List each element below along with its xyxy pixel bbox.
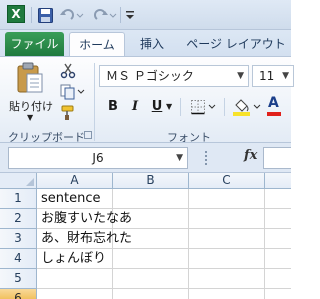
- paste-label: 貼り付け: [9, 100, 53, 113]
- name-box-value: J6: [92, 151, 104, 165]
- grid-line: [188, 189, 189, 299]
- font-name-select[interactable]: ＭＳ Ｐゴシック ▼: [99, 65, 249, 87]
- chevron-down-icon: ▼: [27, 113, 34, 122]
- row-header-4[interactable]: 4: [0, 249, 37, 269]
- font-size-value: 11: [259, 69, 275, 83]
- cut-button[interactable]: [60, 63, 78, 79]
- ribbon-tab-row: ファイル ホーム 挿入 ページ レイアウト: [0, 30, 291, 56]
- worksheet-grid[interactable]: A B C 1 2 3 4 5 6 sentence お腹すいたなあ あ、財布忘…: [0, 173, 291, 299]
- column-header-a[interactable]: A: [37, 173, 113, 189]
- font-name-value: ＭＳ Ｐゴシック: [106, 69, 194, 83]
- borders-button[interactable]: [190, 99, 218, 115]
- format-painter-button[interactable]: [60, 105, 78, 121]
- quick-access-toolbar: X: [0, 0, 291, 30]
- row-header-1[interactable]: 1: [0, 189, 37, 209]
- clipboard-launcher-icon[interactable]: [84, 131, 92, 139]
- row-header-5[interactable]: 5: [0, 269, 37, 289]
- paint-bucket-icon: [232, 99, 262, 120]
- select-all-corner[interactable]: [0, 173, 37, 189]
- cell-a2[interactable]: お腹すいたなあ: [41, 209, 132, 229]
- column-header-c[interactable]: C: [189, 173, 265, 189]
- underline-dropdown[interactable]: ▼: [166, 102, 172, 111]
- fx-button[interactable]: fx: [244, 148, 257, 163]
- cell-a1[interactable]: sentence: [41, 189, 101, 209]
- borders-icon: [190, 100, 218, 118]
- font-color-icon: A: [268, 95, 279, 111]
- qat-divider: [120, 7, 121, 23]
- font-divider: [224, 98, 225, 116]
- tab-file[interactable]: ファイル: [5, 32, 64, 56]
- row-header-3[interactable]: 3: [0, 229, 37, 249]
- chevron-down-icon: ▼: [282, 71, 289, 81]
- paste-button[interactable]: 貼り付け ▼: [8, 60, 54, 122]
- column-header-partial[interactable]: [265, 173, 291, 189]
- name-box[interactable]: J6 ▼: [8, 147, 188, 169]
- scissors-icon: [60, 63, 76, 82]
- qat-divider: [31, 7, 32, 23]
- customize-qat-icon[interactable]: [124, 6, 136, 24]
- excel-icon[interactable]: X: [7, 5, 25, 23]
- save-icon[interactable]: [36, 6, 54, 24]
- copy-button[interactable]: [60, 84, 86, 100]
- font-size-select[interactable]: 11 ▼: [252, 65, 294, 87]
- tab-home[interactable]: ホーム: [69, 32, 125, 56]
- underline-button[interactable]: U: [148, 98, 166, 116]
- grid-line: [37, 288, 291, 289]
- column-header-b[interactable]: B: [113, 173, 189, 189]
- chevron-down-icon: ▼: [176, 153, 183, 163]
- fill-color-button[interactable]: [232, 97, 262, 117]
- font-color-swatch: [267, 112, 281, 116]
- redo-icon[interactable]: [90, 6, 118, 24]
- row-header-2[interactable]: 2: [0, 209, 37, 229]
- tab-insert[interactable]: 挿入: [130, 32, 174, 56]
- undo-icon[interactable]: [58, 6, 86, 24]
- bold-button[interactable]: B: [104, 98, 122, 116]
- row-header-6[interactable]: 6: [0, 289, 37, 299]
- tab-page-layout[interactable]: ページ レイアウト: [182, 32, 290, 56]
- chevron-down-icon: ▼: [237, 71, 244, 81]
- cell-a3[interactable]: あ、財布忘れた: [41, 229, 132, 249]
- ribbon-home: 貼り付け ▼ クリップボード ＭＳ Ｐゴシック ▼ 11 ▼ B I U ▼ A…: [0, 56, 294, 144]
- group-divider: [94, 63, 95, 141]
- grid-line: [264, 189, 265, 299]
- font-color-button[interactable]: A: [266, 95, 291, 117]
- formula-input[interactable]: [263, 147, 291, 169]
- cell-a4[interactable]: しょんぼり: [41, 249, 106, 269]
- italic-button[interactable]: I: [126, 98, 144, 116]
- formula-bar: J6 ▼ fx: [0, 143, 291, 173]
- font-divider: [180, 98, 181, 116]
- format-painter-icon: [60, 105, 76, 124]
- copy-icon: [60, 84, 86, 103]
- clipboard-icon: [16, 62, 44, 97]
- formula-bar-grip-icon[interactable]: [205, 151, 209, 165]
